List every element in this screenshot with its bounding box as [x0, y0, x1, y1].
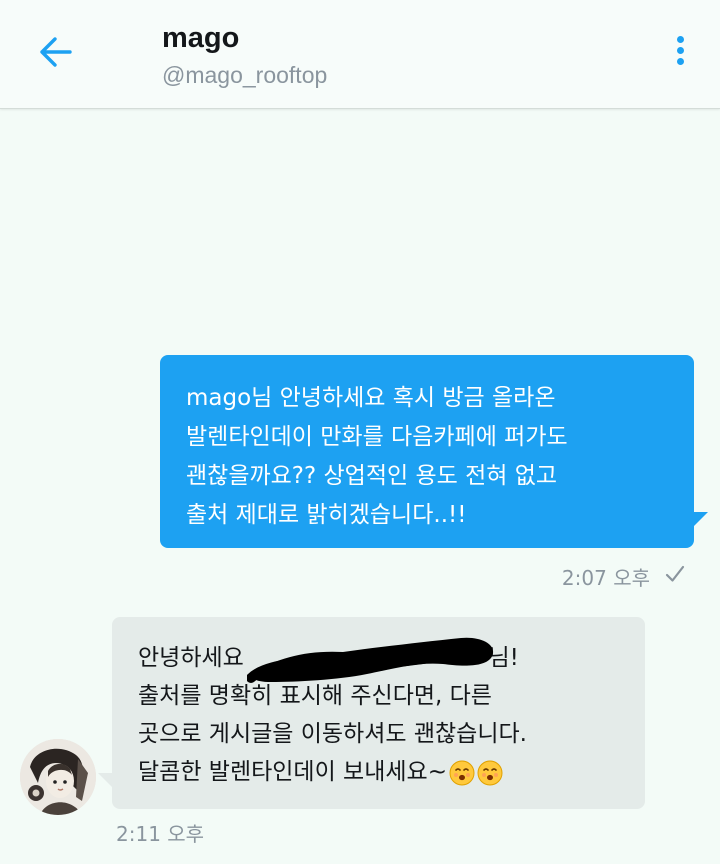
arrow-left-icon — [40, 37, 72, 67]
user-handle: @mago_rooftop — [162, 62, 328, 88]
more-vertical-icon — [666, 36, 694, 65]
sent-message-meta: 2:07 오후 — [562, 562, 686, 591]
back-button[interactable] — [28, 28, 84, 76]
message-line: 괜찮을까요?? 상업적인 용도 전혀 없고 — [186, 463, 558, 489]
bubble-tail — [98, 773, 112, 787]
display-name: mago — [162, 22, 240, 54]
avatar[interactable] — [20, 739, 96, 815]
message-line: 달콤한 발렌타인데이 보내세요~ — [138, 753, 625, 791]
sent-timestamp: 2:07 오후 — [561, 566, 650, 590]
message-line: 곳으로 게시글을 이동하셔도 괜찮습니다. — [138, 721, 527, 747]
message-line: 안녕하세요 님! — [138, 637, 625, 683]
conversation-title: mago @mago_rooftop — [162, 20, 327, 90]
message-line: 출처 제대로 밝히겠습니다..!! — [186, 502, 467, 528]
greeting-text: 안녕하세요 — [138, 645, 244, 671]
smiling-face-emoji-icon — [449, 760, 475, 786]
app-header: mago @mago_rooftop — [0, 0, 720, 109]
received-timestamp: 2:11 오후 — [116, 822, 205, 846]
redaction-scribble — [247, 637, 494, 683]
closing-text: 달콤한 발렌타인데이 보내세요~ — [138, 759, 447, 785]
sent-message-bubble[interactable]: mago님 안녕하세요 혹시 방금 올라온 발렌타인데이 만화를 다음카페에 퍼… — [160, 355, 708, 548]
message-line: mago님 안녕하세요 혹시 방금 올라온 — [186, 385, 556, 411]
smiling-face-emoji-icon — [477, 760, 503, 786]
more-options-button[interactable] — [666, 32, 694, 72]
received-message-bubble[interactable]: 안녕하세요 님! 출처를 명확히 표시해 주신다면, 다른 곳으로 게시글을 이… — [98, 617, 645, 809]
check-icon — [664, 563, 686, 590]
message-line: 발렌타인데이 만화를 다음카페에 퍼가도 — [186, 424, 568, 450]
bubble-tail — [694, 512, 708, 526]
